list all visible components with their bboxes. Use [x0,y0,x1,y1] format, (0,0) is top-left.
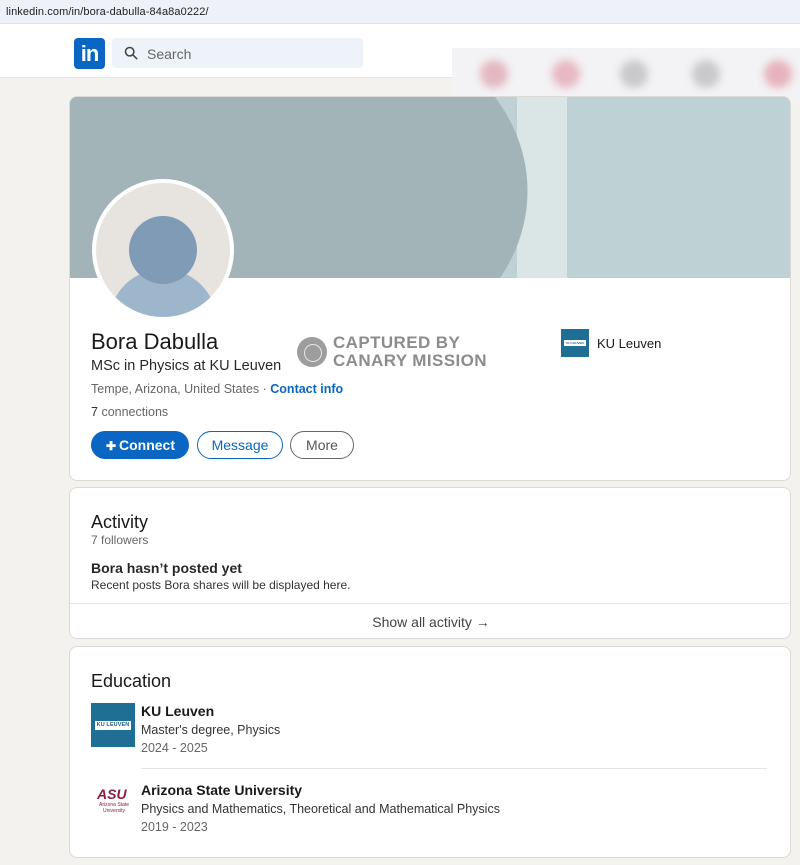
profile-name: Bora Dabulla [91,329,219,354]
message-button[interactable]: Message [197,431,283,459]
education-title: Education [91,671,172,691]
asu-logo-subtitle: Arizona State University [98,802,130,814]
education-dates: 2019 - 2023 [141,820,208,834]
browser-url-bar[interactable]: linkedin.com/in/bora-dabulla-84a8a0222/ [0,0,800,24]
more-button[interactable]: More [290,431,354,459]
show-all-activity-button[interactable]: Show all activity → [70,614,790,630]
watermark-line-2: CANARY MISSION [333,351,487,370]
linkedin-logo[interactable]: in [74,38,105,69]
asu-logo: ASU Arizona State University [91,782,135,826]
current-school-label: KU Leuven [597,336,662,351]
avatar-head-shape [129,216,197,284]
profile-avatar[interactable] [92,179,234,321]
education-card: Education KU LEUVEN KU Leuven Master's d… [69,646,791,858]
divider [141,768,767,769]
ku-leuven-logo-text: KU LEUVEN [564,340,586,346]
activity-empty-title: Bora hasn’t posted yet [91,560,242,576]
blurred-nav-icon[interactable] [480,60,508,88]
connect-button[interactable]: ✚ Connect [91,431,189,459]
connect-label: Connect [119,437,175,453]
education-dates: 2024 - 2025 [141,741,208,755]
blurred-nav-icon[interactable] [620,60,648,88]
activity-title: Activity [91,512,149,532]
degree-text: Physics and Mathematics, Theoretical and… [141,802,500,816]
profile-location: Tempe, Arizona, United States · Contact … [91,382,343,396]
profile-headline: MSc in Physics at KU Leuven [91,358,282,374]
blurred-nav-icon[interactable] [692,60,720,88]
connections-number: 7 [91,405,98,419]
location-separator: · [259,382,271,396]
blurred-nav-icon[interactable] [764,60,792,88]
school-name: Arizona State University [141,782,303,798]
blurred-nav-icon[interactable] [552,60,580,88]
ku-leuven-logo-text: KU LEUVEN [95,721,131,730]
arrow-right-icon: → [475,614,490,630]
connections-count[interactable]: 7 connections [91,405,168,419]
followers-count: 7 followers [91,533,149,547]
canary-seal-icon [297,337,327,367]
contact-info-link[interactable]: Contact info [270,382,343,396]
education-item[interactable]: ASU Arizona State University Arizona Sta… [91,782,771,834]
degree-text: Master's degree, Physics [141,723,281,737]
location-text: Tempe, Arizona, United States [91,382,260,396]
search-placeholder: Search [147,46,192,62]
ku-leuven-logo: KU LEUVEN [561,329,589,357]
add-person-icon: ✚ [105,439,117,453]
blurred-nav-icons [452,48,800,102]
search-icon [124,46,138,60]
school-name: KU Leuven [141,703,215,719]
activity-card: Activity 7 followers Bora hasn’t posted … [69,487,791,639]
connections-label: connections [101,405,169,419]
canary-mission-watermark: CAPTURED BY CANARY MISSION [297,333,497,373]
activity-empty-description: Recent posts Bora shares will be display… [91,578,351,592]
search-input[interactable]: Search [112,38,363,68]
watermark-line-1: CAPTURED BY [333,333,461,352]
ku-leuven-logo: KU LEUVEN [91,703,135,747]
profile-card: Bora Dabulla MSc in Physics at KU Leuven… [69,96,791,481]
education-item[interactable]: KU LEUVEN KU Leuven Master's degree, Phy… [91,703,771,755]
asu-logo-mark: ASU [97,786,127,802]
show-all-activity-label: Show all activity [372,614,472,630]
top-navbar: in Search [0,24,800,102]
url-text: linkedin.com/in/bora-dabulla-84a8a0222/ [6,6,209,18]
divider [70,603,790,604]
